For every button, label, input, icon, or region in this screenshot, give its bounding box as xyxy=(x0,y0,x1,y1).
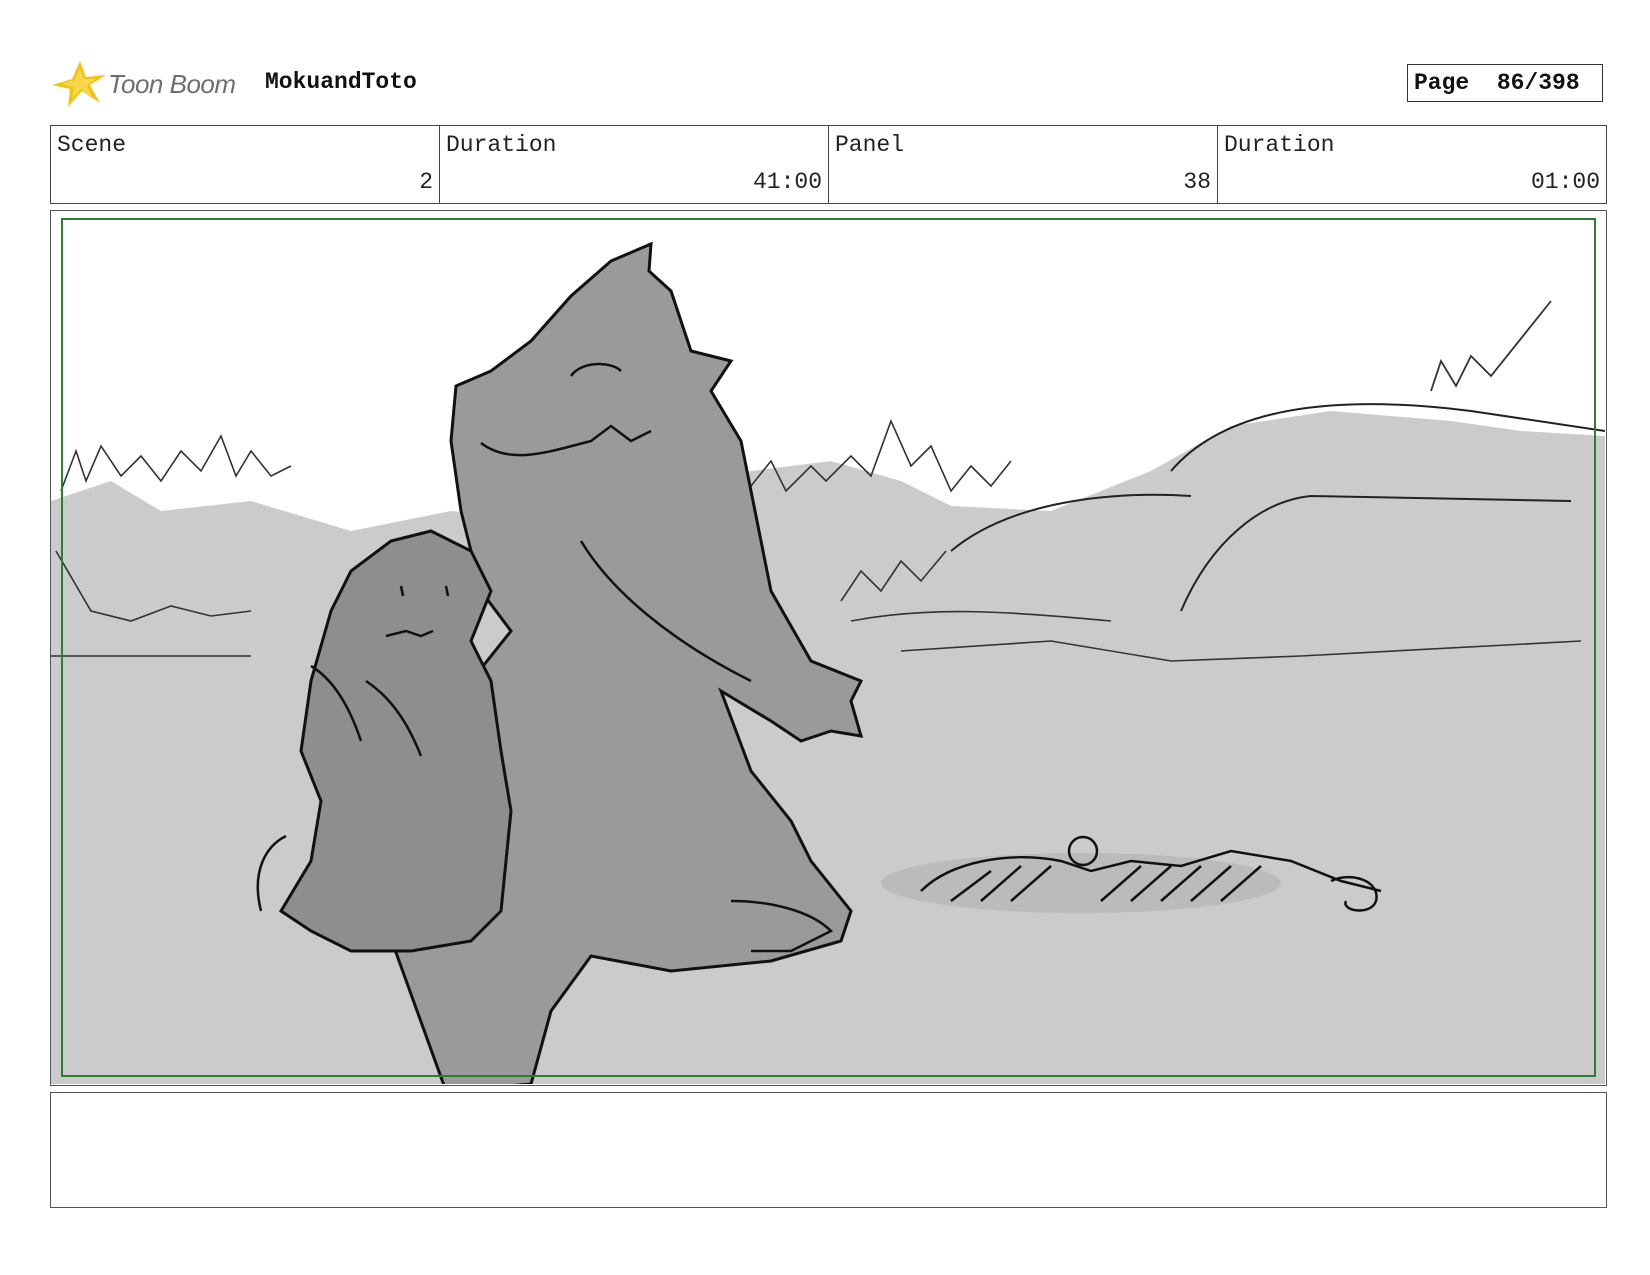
scene-label: Scene xyxy=(57,132,127,158)
page-label: Page xyxy=(1414,70,1470,96)
panel-duration-cell: Duration 01:00 xyxy=(1218,126,1606,203)
panel-value: 38 xyxy=(1183,169,1211,195)
panel-duration-value: 01:00 xyxy=(1530,169,1600,195)
scene-value: 2 xyxy=(419,169,433,195)
grass-left xyxy=(60,434,292,492)
ground-fill xyxy=(51,411,1605,1084)
scene-info-row: Scene 2 Duration 41:00 Panel 38 Duration… xyxy=(50,125,1607,204)
grass-right xyxy=(1430,300,1552,392)
panel-cell: Panel 38 xyxy=(829,126,1218,203)
scene-duration-value: 41:00 xyxy=(752,169,822,195)
storyboard-header: Toon Boom MokuandToto Page 86/398 xyxy=(50,55,1610,115)
toon-boom-logo: Toon Boom xyxy=(50,57,250,111)
toon-boom-star-icon xyxy=(52,61,106,107)
scene-cell: Scene 2 xyxy=(51,126,440,203)
page-indicator: Page 86/398 xyxy=(1407,64,1603,102)
shadow-blob xyxy=(881,853,1281,913)
scene-duration-cell: Duration 41:00 xyxy=(440,126,829,203)
panel-duration-label: Duration xyxy=(1224,132,1335,158)
panel-notes-box xyxy=(50,1092,1607,1208)
panel-sketch xyxy=(51,241,1605,1084)
scene-duration-label: Duration xyxy=(446,132,557,158)
panel-label: Panel xyxy=(835,132,905,158)
logo-text: Toon Boom xyxy=(108,69,236,99)
page-number: 86/398 xyxy=(1496,70,1580,96)
project-title: MokuandToto xyxy=(265,69,417,95)
